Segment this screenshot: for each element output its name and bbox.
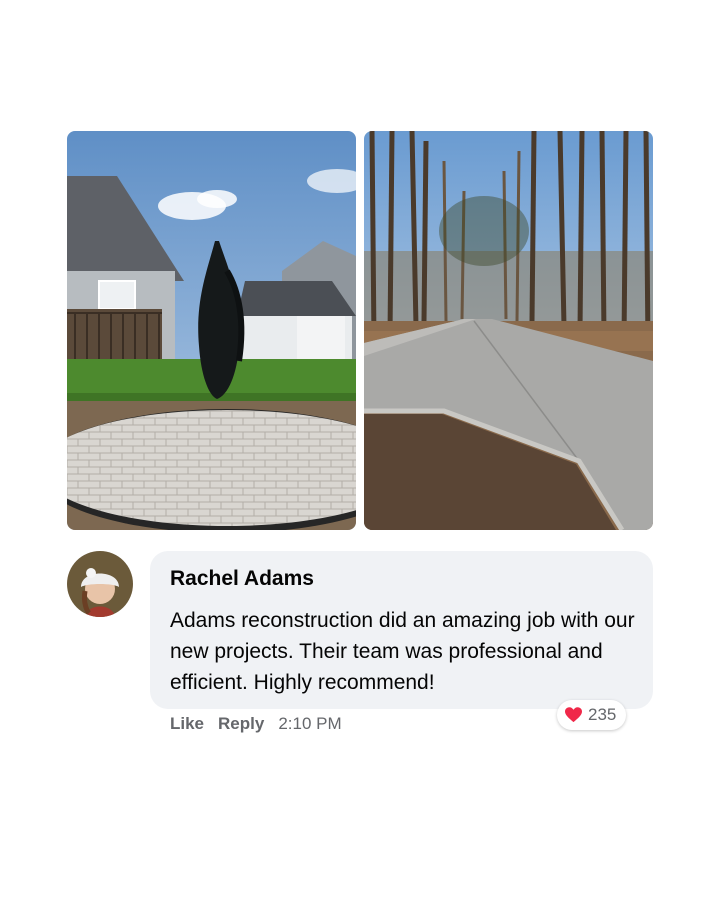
- comment-actions: Like Reply 2:10 PM: [170, 714, 342, 734]
- comment-timestamp[interactable]: 2:10 PM: [278, 714, 341, 734]
- reaction-count: 235: [588, 705, 617, 724]
- patio-photo[interactable]: [67, 131, 356, 530]
- photo-grid: [67, 131, 653, 530]
- heart-icon: [565, 707, 582, 723]
- reaction-summary[interactable]: 235: [557, 700, 627, 730]
- reply-button[interactable]: Reply: [218, 714, 264, 734]
- comment-bubble: Rachel Adams Adams reconstruction did an…: [150, 551, 653, 709]
- comment-author[interactable]: Rachel Adams: [170, 566, 635, 592]
- profile-photo-avatar[interactable]: [67, 551, 133, 617]
- comment-text: Adams reconstruction did an amazing job …: [170, 609, 635, 694]
- like-button[interactable]: Like: [170, 714, 204, 734]
- driveway-photo[interactable]: [364, 131, 653, 530]
